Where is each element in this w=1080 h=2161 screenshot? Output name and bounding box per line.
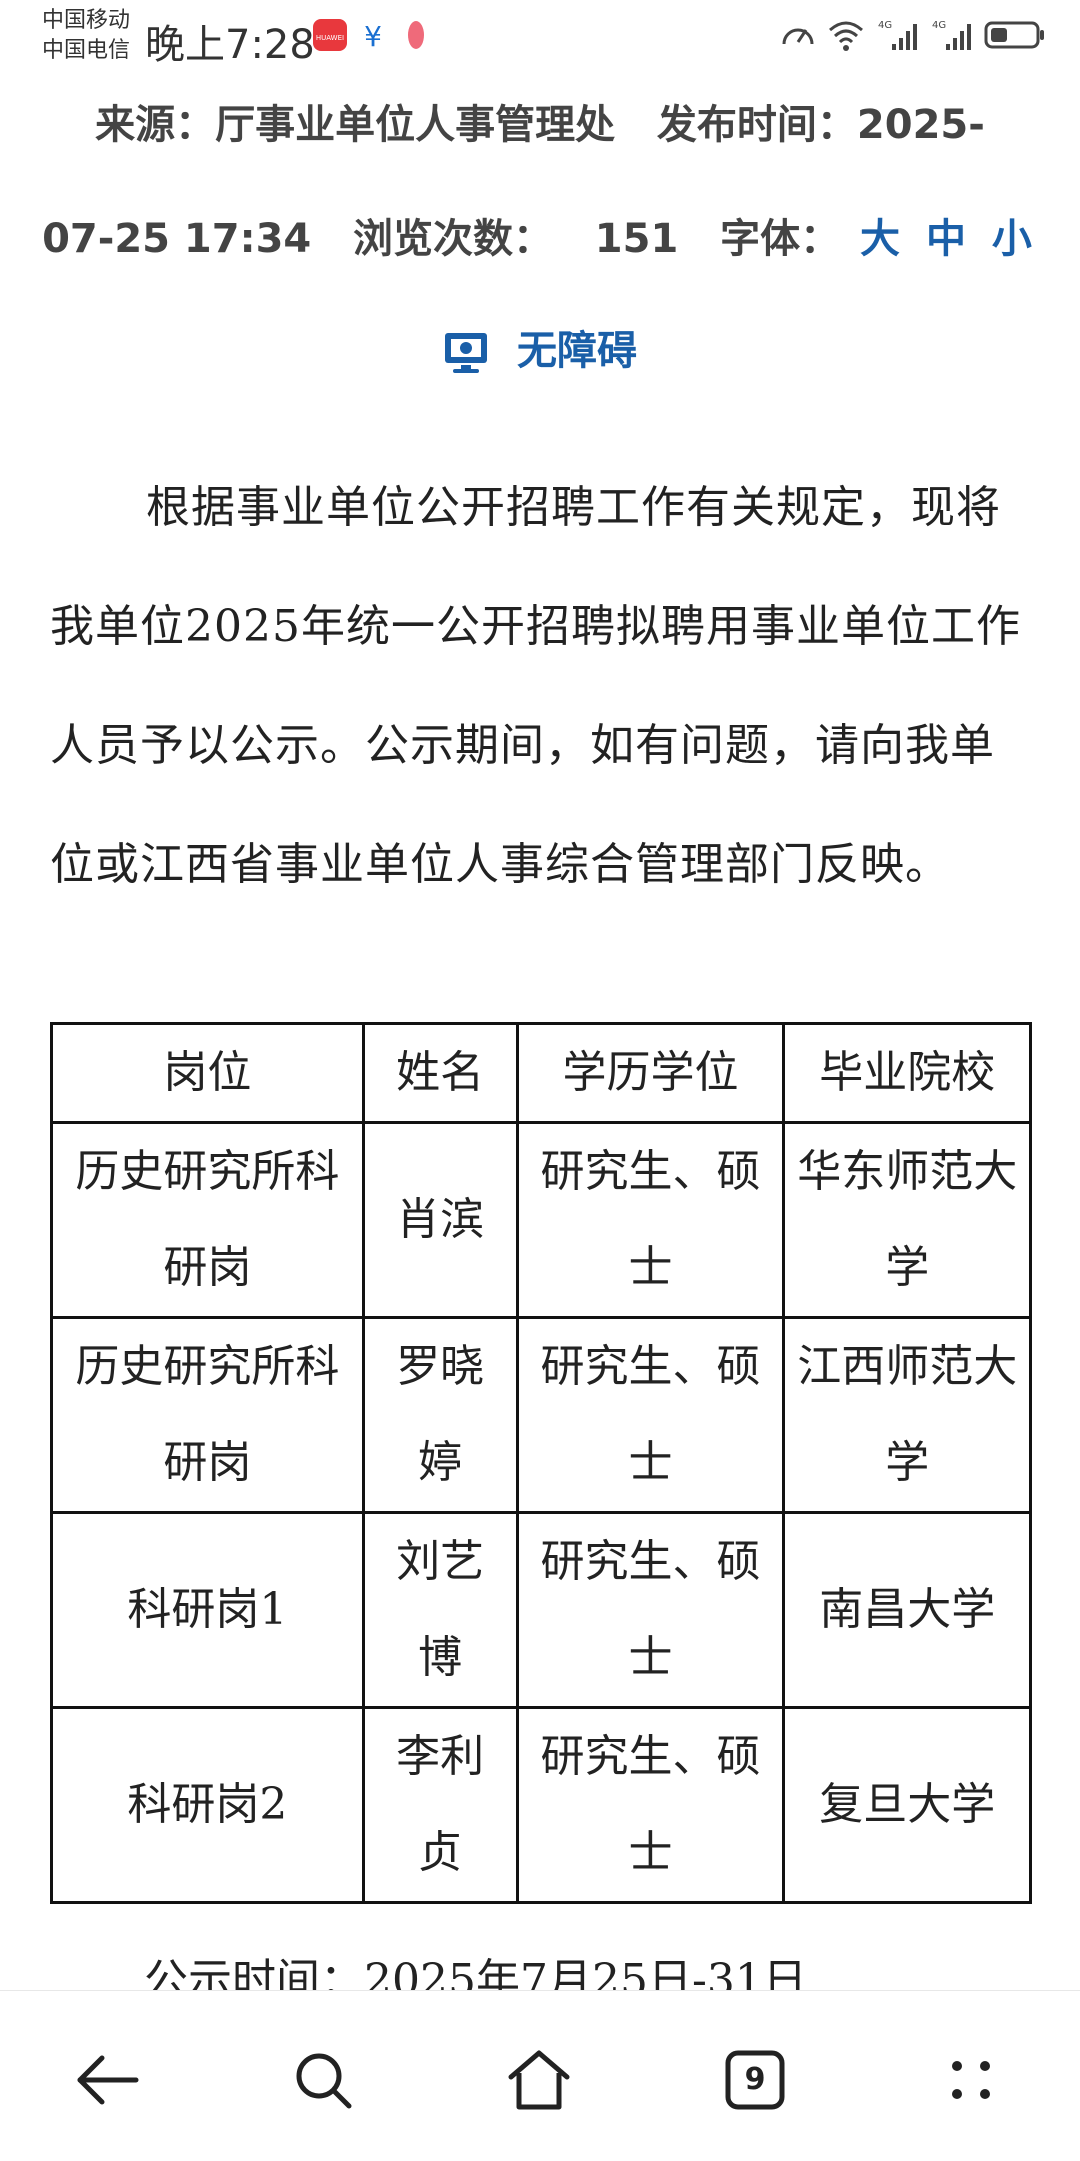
header-degree: 学历学位 <box>515 1022 786 1124</box>
more-icon <box>952 2061 990 2099</box>
huawei-appgallery-icon: HUAWEI <box>312 18 348 56</box>
carrier-info: 中国移动 中国电信 <box>42 6 130 66</box>
cell-position: 历史研究所科研岗 <box>50 1316 365 1514</box>
back-button[interactable] <box>62 2035 152 2125</box>
font-size-options: 大 中 小 <box>854 216 1038 262</box>
search-icon <box>296 2053 352 2109</box>
table-row: 历史研究所科研岗 罗晓婷 研究生、硕士 江西师范大学 <box>50 1316 1032 1514</box>
table-row: 科研岗1 刘艺博 研究生、硕士 南昌大学 <box>50 1511 1032 1709</box>
status-bar: 中国移动 中国电信 晚上7:28 HUAWEI ¥ 4G 4G <box>0 0 1080 72</box>
wifi-icon <box>826 18 866 56</box>
carrier-2: 中国电信 <box>42 38 131 63</box>
article-meta-line-1: 来源：厅事业单位人事管理处 发布时间：2025- <box>95 102 985 148</box>
cell-name: 刘艺博 <box>361 1511 519 1709</box>
cell-degree: 研究生、硕士 <box>515 1121 786 1319</box>
svg-text:4G: 4G <box>878 20 892 31</box>
cell-name: 罗晓婷 <box>361 1316 519 1514</box>
font-size-medium-link[interactable]: 中 <box>926 216 966 262</box>
red-app-icon <box>404 18 428 56</box>
monitor-icon <box>445 333 488 373</box>
battery-icon <box>984 18 1046 56</box>
tab-count: 9 <box>744 2062 766 2097</box>
article-paragraph: 根据事业单位公开招聘工作有关规定，现将我单位2025年统一公开招聘拟聘用事业单位… <box>50 482 1021 890</box>
hiring-table: 岗位 姓名 学历学位 毕业院校 历史研究所科研岗 肖滨 研究生、硕士 华东师范大… <box>50 1022 1032 1904</box>
status-icons: 4G 4G <box>780 18 1046 56</box>
tabs-icon: 9 <box>725 2050 785 2110</box>
cell-position: 历史研究所科研岗 <box>50 1121 365 1319</box>
cell-school: 复旦大学 <box>782 1706 1032 1904</box>
cell-position: 科研岗1 <box>50 1511 365 1709</box>
table-row: 历史研究所科研岗 肖滨 研究生、硕士 华东师范大学 <box>50 1121 1032 1319</box>
svg-text:4G: 4G <box>932 20 946 31</box>
cell-school: 江西师范大学 <box>782 1316 1032 1514</box>
search-button[interactable] <box>278 2035 368 2125</box>
cell-school: 南昌大学 <box>782 1511 1032 1709</box>
svg-text:¥: ¥ <box>364 20 382 52</box>
signal-icon-2: 4G <box>930 18 974 56</box>
speedometer-icon <box>780 18 816 56</box>
font-size-small-link[interactable]: 小 <box>992 216 1032 262</box>
payment-app-icon: ¥ <box>358 18 388 56</box>
article-meta-line-2: 07-25 17:34 浏览次数： 151 字体： 大 中 小 <box>0 206 1080 264</box>
accessibility-link[interactable]: 无障碍 <box>0 318 1080 376</box>
article-meta-date-views: 07-25 17:34 浏览次数： 151 字体： <box>42 216 841 262</box>
header-school: 毕业院校 <box>782 1022 1032 1124</box>
cell-name: 肖滨 <box>361 1121 519 1319</box>
table-row: 科研岗2 李利贞 研究生、硕士 复旦大学 <box>50 1706 1032 1904</box>
svg-text:HUAWEI: HUAWEI <box>316 34 344 42</box>
cell-position: 科研岗2 <box>50 1706 365 1904</box>
bottom-nav-bar: 9 <box>0 1990 1080 2161</box>
cell-degree: 研究生、硕士 <box>515 1316 786 1514</box>
home-button[interactable] <box>494 2035 584 2125</box>
home-icon <box>508 2050 570 2110</box>
cell-degree: 研究生、硕士 <box>515 1706 786 1904</box>
signal-icon-1: 4G <box>876 18 920 56</box>
cell-name: 李利贞 <box>361 1706 519 1904</box>
carrier-1: 中国移动 <box>42 8 131 33</box>
header-name: 姓名 <box>361 1022 519 1124</box>
table-header-row: 岗位 姓名 学历学位 毕业院校 <box>50 1022 1032 1124</box>
tabs-button[interactable]: 9 <box>710 2035 800 2125</box>
more-button[interactable] <box>926 2035 1016 2125</box>
header-position: 岗位 <box>50 1022 365 1124</box>
cell-school: 华东师范大学 <box>782 1121 1032 1319</box>
cell-degree: 研究生、硕士 <box>515 1511 786 1709</box>
clock: 晚上7:28 <box>145 22 315 68</box>
font-size-large-link[interactable]: 大 <box>860 216 900 262</box>
accessibility-label: 无障碍 <box>516 328 637 374</box>
back-arrow-icon <box>77 2055 139 2105</box>
